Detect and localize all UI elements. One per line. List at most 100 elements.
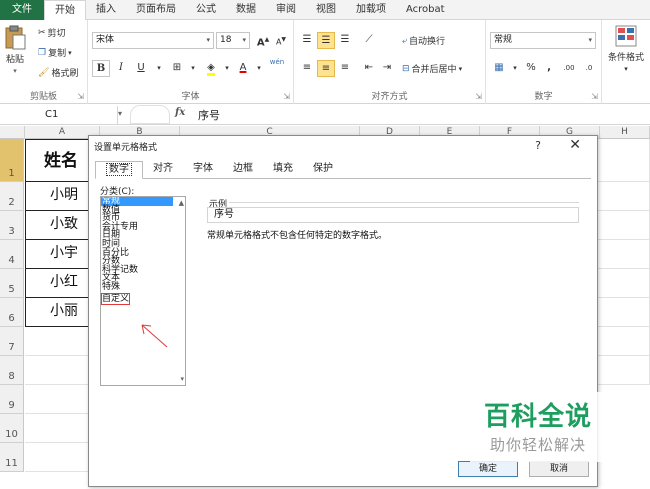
number-launcher-icon[interactable]: ⇲ [591,92,598,101]
tab-data[interactable]: 数据 [226,0,266,20]
formula-input[interactable]: 序号 [198,107,220,123]
scroll-up-icon[interactable]: ▲ [179,199,184,207]
ok-button[interactable]: 确定 [458,461,518,477]
format-painter-button[interactable]: 🖌 格式刷 [38,66,78,80]
row-header[interactable]: 1 [0,139,24,182]
column-header[interactable]: H [600,126,650,139]
copy-button[interactable]: ❐ 复制 ▾ [38,46,72,60]
paste-button[interactable]: 粘贴 ▾ [4,24,26,75]
cell-a4[interactable]: 小宇 [25,240,89,269]
cell-a5[interactable]: 小红 [25,269,89,298]
underline-dropdown-icon[interactable]: ▾ [150,60,168,77]
cell-h4[interactable] [598,240,650,269]
border-grid-icon: ⊞ [172,62,182,73]
tab-formulas[interactable]: 公式 [186,0,226,20]
insert-function-button[interactable]: fx [175,107,185,118]
bold-button[interactable]: B [92,60,110,77]
comma-button[interactable]: , [540,60,558,77]
name-box[interactable]: C1 [0,106,118,124]
scissors-icon: ✂ [38,27,46,38]
list-item[interactable]: 特殊 [101,283,173,292]
name-box-dropdown-icon[interactable]: ▾ [118,109,122,118]
decrease-indent-button[interactable]: ⇤ [360,60,378,77]
cell-a6[interactable]: 小丽 [25,298,89,327]
copy-dropdown-icon[interactable]: ▾ [68,49,72,57]
align-right-button[interactable]: ≡ [336,60,354,77]
underline-button[interactable]: U [132,60,150,77]
tab-insert[interactable]: 插入 [86,0,126,20]
tab-view[interactable]: 视图 [306,0,346,20]
tab-font[interactable]: 字体 [183,161,223,178]
font-color-dropdown-icon[interactable]: ▾ [250,60,268,77]
cell-h6[interactable] [598,298,650,327]
row-header[interactable]: 6 [0,298,24,327]
merge-dropdown-icon[interactable]: ▾ [459,65,463,73]
tab-page-layout[interactable]: 页面布局 [126,0,186,20]
formula-bar-resize-handle[interactable] [130,105,170,124]
list-item-custom[interactable]: 自定义 [101,292,173,305]
close-button[interactable]: ✕ [569,137,581,153]
cut-button[interactable]: ✂ 剪切 [38,26,66,40]
cell-h1[interactable] [598,139,650,182]
shrink-font-button[interactable]: A▼ [272,32,290,49]
paste-dropdown-icon[interactable]: ▾ [13,67,17,75]
row-header[interactable]: 9 [0,385,24,414]
increase-indent-button[interactable]: ⇥ [378,60,396,77]
tab-fill[interactable]: 填充 [263,161,303,178]
cell-a2[interactable]: 小明 [25,182,89,211]
help-button[interactable]: ? [535,139,541,152]
font-launcher-icon[interactable]: ⇲ [283,92,290,101]
select-all-corner[interactable] [0,126,25,139]
percent-button[interactable]: % [522,60,540,77]
font-size-select[interactable]: 18 ▾ [216,32,250,49]
align-top-button[interactable]: ☰ [298,32,316,49]
row-header[interactable]: 7 [0,327,24,356]
orientation-button[interactable]: ⟋ [360,32,378,49]
tab-acrobat[interactable]: Acrobat [396,0,455,20]
font-name-select[interactable]: 宋体 ▾ [92,32,214,49]
italic-button[interactable]: I [112,60,130,77]
grow-font-button[interactable]: A▲ [254,32,272,49]
cell-a3[interactable]: 小致 [25,211,89,240]
scroll-down-icon[interactable]: ▾ [180,375,184,383]
cell-h3[interactable] [598,211,650,240]
align-bottom-button[interactable]: ☰ [336,32,354,49]
number-format-select[interactable]: 常规 ▾ [490,32,596,49]
row-header[interactable]: 3 [0,211,24,240]
cell-h8[interactable] [598,356,650,385]
row-header[interactable]: 2 [0,182,24,211]
tab-number[interactable]: 数字 [95,161,143,179]
align-left-button[interactable]: ≡ [298,60,316,77]
category-list[interactable]: 常规 数值 货币 会计专用 日期 时间 百分比 分数 科学记数 文本 特殊 自定… [100,196,186,386]
borders-dropdown-icon[interactable]: ▾ [184,60,202,77]
phonetic-button[interactable]: wén [268,58,286,75]
row-header[interactable]: 10 [0,414,24,443]
cell-h7[interactable] [598,327,650,356]
tab-file[interactable]: 文件 [0,0,44,20]
align-center-button[interactable]: ≡ [317,60,335,77]
cell-a1[interactable]: 姓名 [25,139,89,182]
custom-label: 自定义 [101,292,131,305]
tab-border[interactable]: 边框 [223,161,263,178]
row-header[interactable]: 8 [0,356,24,385]
cell-h2[interactable] [598,182,650,211]
row-header[interactable]: 11 [0,443,24,472]
row-header[interactable]: 4 [0,240,24,269]
tab-home[interactable]: 开始 [44,0,86,21]
cell-h5[interactable] [598,269,650,298]
decrease-decimal-button[interactable]: .0 [580,60,598,77]
tab-alignment[interactable]: 对齐 [143,161,183,178]
wrap-text-button[interactable]: ⤶ 自动换行 [402,34,445,48]
alignment-launcher-icon[interactable]: ⇲ [475,92,482,101]
conditional-formatting-button[interactable]: 条件格式 ▾ [608,24,644,73]
clipboard-launcher-icon[interactable]: ⇲ [77,92,84,101]
tab-review[interactable]: 审阅 [266,0,306,20]
row-header[interactable]: 5 [0,269,24,298]
tab-protection[interactable]: 保护 [303,161,343,178]
increase-decimal-button[interactable]: .00 [560,60,578,77]
conditional-formatting-dropdown-icon[interactable]: ▾ [624,65,628,73]
tab-addins[interactable]: 加载项 [346,0,396,20]
merge-center-button[interactable]: ⊟ 合并后居中 ▾ [402,62,463,76]
align-middle-button[interactable]: ☰ [317,32,335,49]
cancel-button[interactable]: 取消 [529,461,589,477]
